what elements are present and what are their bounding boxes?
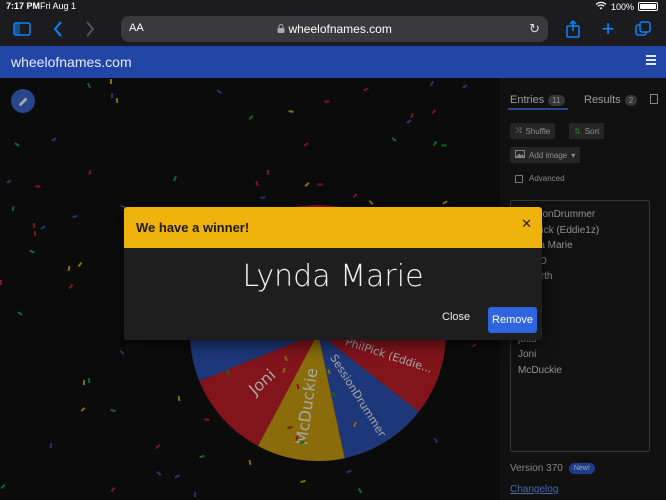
new-tab-icon[interactable]: + [597, 16, 619, 41]
winner-name: Lynda Marie [242, 259, 424, 294]
back-icon[interactable] [47, 18, 69, 40]
lock-icon [277, 24, 285, 33]
url-text: wheelofnames.com [121, 22, 548, 36]
reload-icon[interactable]: ↻ [529, 21, 540, 37]
remove-button[interactable]: Remove [488, 307, 537, 333]
winner-dialog: We have a winner! ✕ Lynda Marie Close Re… [124, 207, 542, 340]
forward-icon[interactable] [79, 18, 101, 40]
url-label: wheelofnames.com [288, 22, 392, 36]
status-time: 7:17 PM [6, 1, 41, 11]
hamburger-menu-icon[interactable] [646, 55, 656, 65]
address-bar[interactable]: AA wheelofnames.com ↻ [121, 16, 548, 42]
ios-status-bar: 7:17 PM Fri Aug 1 100% [0, 0, 666, 12]
battery-icon [638, 2, 658, 11]
close-icon[interactable]: ✕ [521, 216, 532, 232]
close-button[interactable]: Close [442, 311, 470, 323]
status-right: 100% [595, 1, 658, 12]
share-icon[interactable] [562, 18, 584, 40]
site-title[interactable]: wheelofnames.com [11, 54, 132, 70]
tabs-overview-icon[interactable] [632, 18, 654, 40]
site-header: wheelofnames.com [0, 46, 666, 78]
sidebar-toggle-icon[interactable] [11, 18, 33, 40]
browser-toolbar: AA wheelofnames.com ↻ + [0, 12, 666, 46]
battery-percent: 100% [610, 1, 634, 12]
dialog-header: We have a winner! ✕ [124, 207, 542, 248]
dialog-title: We have a winner! [136, 220, 250, 235]
status-date: Fri Aug 1 [40, 1, 77, 11]
wifi-icon [595, 1, 607, 12]
